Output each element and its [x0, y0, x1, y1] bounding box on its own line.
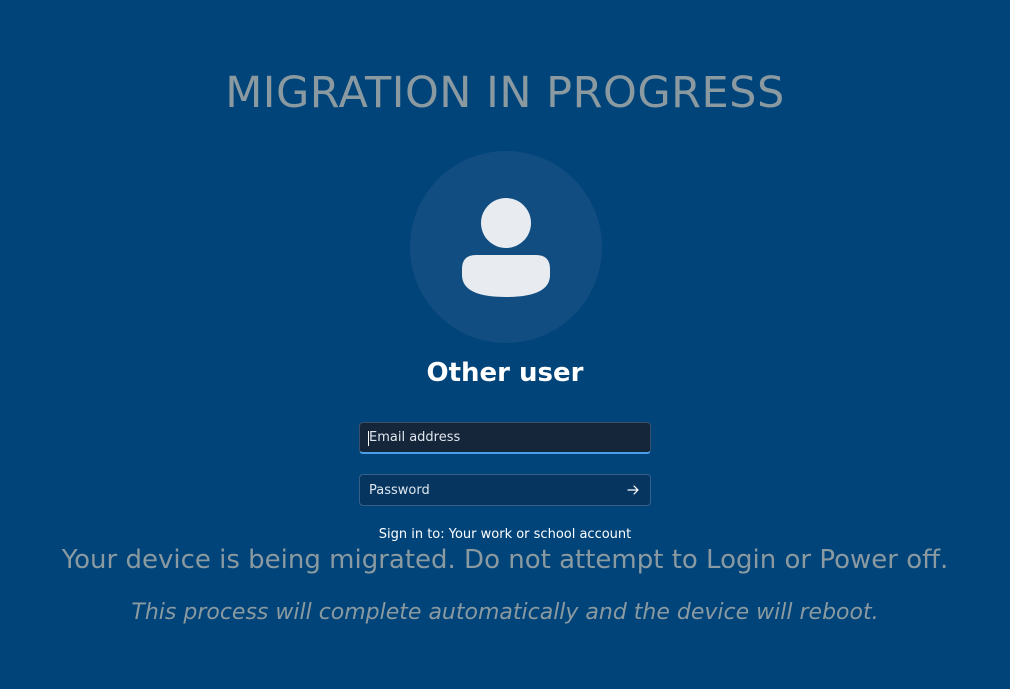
arrow-right-icon	[627, 485, 639, 495]
email-field-container[interactable]	[359, 422, 651, 454]
user-silhouette-icon	[462, 198, 550, 297]
lock-screen: MIGRATION IN PROGRESS Other user Sign in…	[0, 0, 1010, 689]
sign-in-target: Sign in to: Your work or school account	[378, 527, 632, 542]
avatar	[410, 151, 602, 343]
migration-warning: Your device is being migrated. Do not at…	[61, 545, 949, 575]
reboot-notice: This process will complete automatically…	[131, 600, 879, 625]
password-field[interactable]	[360, 475, 650, 505]
migration-banner: MIGRATION IN PROGRESS	[225, 68, 785, 118]
user-name: Other user	[426, 358, 584, 388]
password-field-container[interactable]	[359, 474, 651, 506]
submit-button[interactable]	[620, 478, 646, 502]
email-field[interactable]	[360, 423, 650, 452]
text-caret	[368, 431, 369, 446]
